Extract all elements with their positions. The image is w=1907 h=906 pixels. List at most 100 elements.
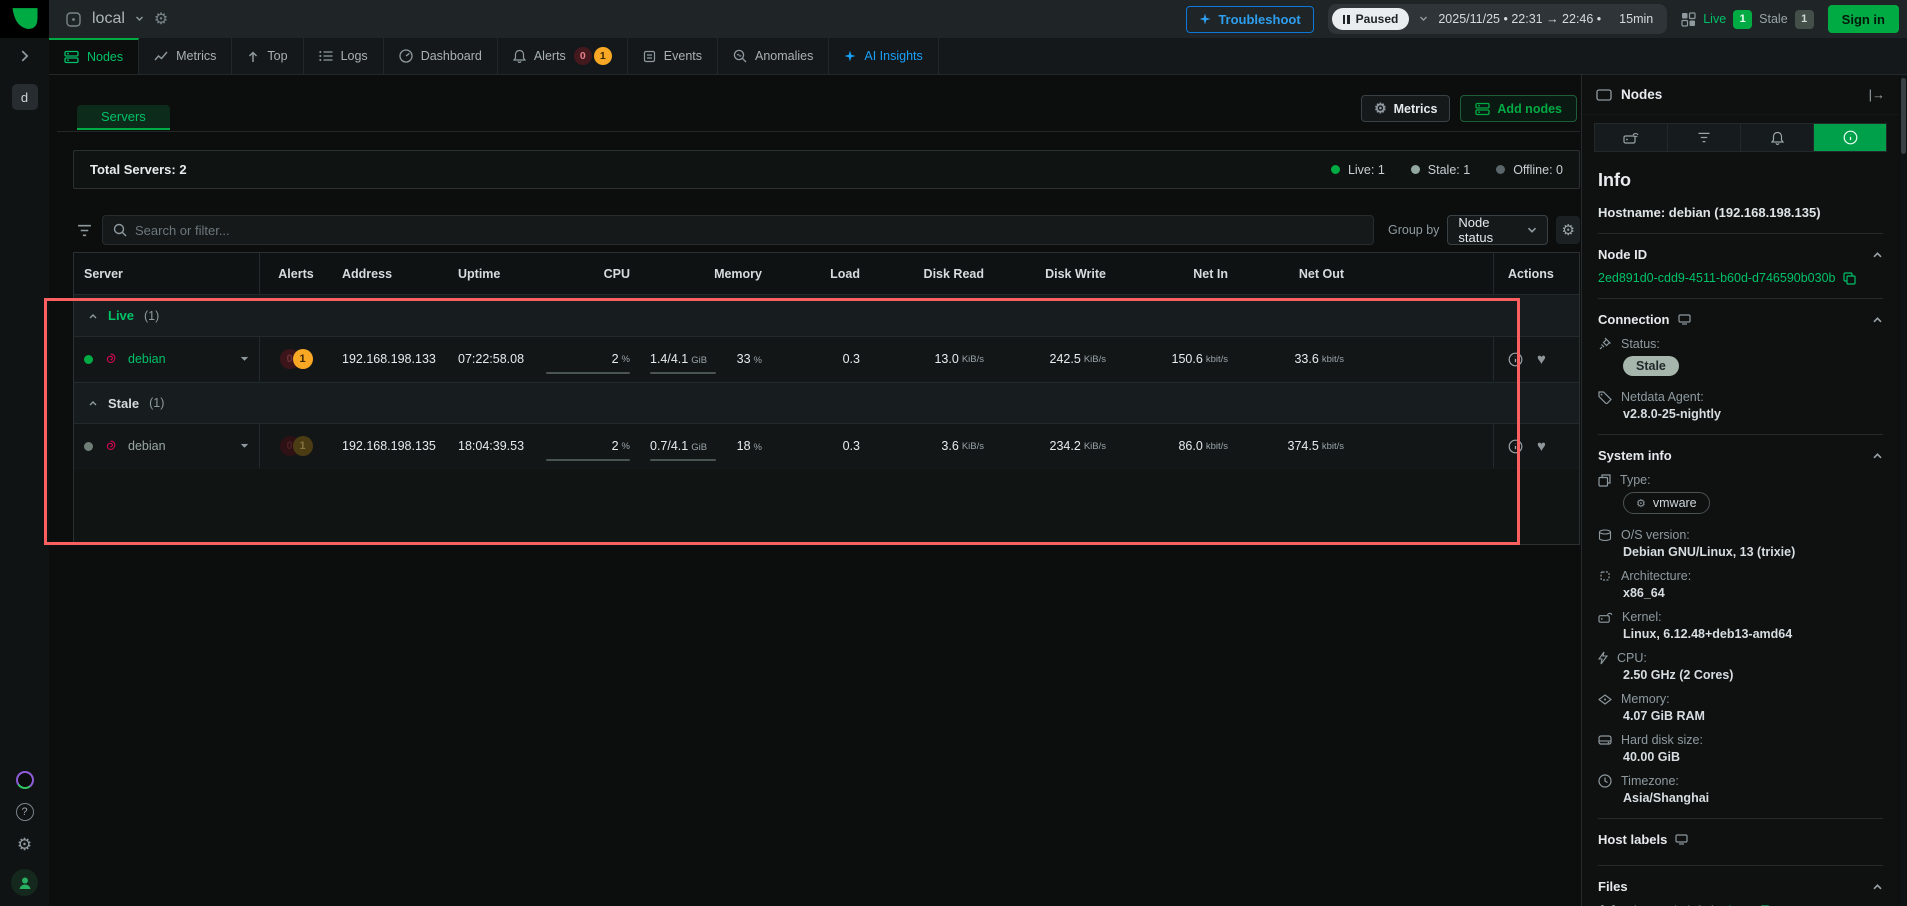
col-memory[interactable]: Memory xyxy=(640,253,772,294)
servers-tab[interactable]: Servers xyxy=(77,105,170,130)
metrics-icon xyxy=(154,50,168,62)
table-empty-area xyxy=(74,469,1579,544)
host-labels-section-header[interactable]: Host labels xyxy=(1598,832,1883,847)
settings-gear-icon[interactable]: ⚙ xyxy=(17,835,32,855)
heart-icon[interactable]: ♥ xyxy=(1537,438,1546,455)
node-id-value[interactable]: 2ed891d0-cdd9-4511-b60d-d746590b030b xyxy=(1598,271,1883,285)
info-icon[interactable] xyxy=(1508,439,1523,454)
node-id-section-header[interactable]: Node ID xyxy=(1598,247,1883,262)
tab-alerts[interactable]: Alerts 0 1 xyxy=(498,38,628,74)
col-load[interactable]: Load xyxy=(772,253,870,294)
chevron-up-icon[interactable] xyxy=(1872,452,1883,459)
table-row-live-debian[interactable]: debian 0 1 192.168.198.133 07:22:58.08 2… xyxy=(74,337,1579,382)
troubleshoot-button[interactable]: Troubleshoot xyxy=(1186,5,1314,33)
total-servers-label: Total Servers: 2 xyxy=(90,162,187,177)
load-cell: 0.3 xyxy=(842,439,860,453)
tab-anomalies[interactable]: Anomalies xyxy=(718,38,830,74)
netdata-logo[interactable] xyxy=(0,0,49,38)
alerts-warning-badge: 1 xyxy=(593,47,612,65)
status-badge: Stale xyxy=(1623,356,1679,376)
group-header-stale[interactable]: Stale (1) xyxy=(74,382,1579,424)
chevron-down-icon[interactable] xyxy=(240,443,249,449)
chevron-down-icon[interactable] xyxy=(135,16,144,22)
net-out-cell: 374.5 kbit/s xyxy=(1287,439,1344,453)
sign-in-button[interactable]: Sign in xyxy=(1827,5,1899,33)
pause-button[interactable]: Paused xyxy=(1331,8,1410,30)
alerts-cell[interactable]: 0 1 xyxy=(260,337,332,381)
col-net-out[interactable]: Net Out xyxy=(1238,253,1354,294)
filter-icon[interactable] xyxy=(77,224,92,237)
chevron-up-icon[interactable] xyxy=(1872,316,1883,323)
col-cpu[interactable]: CPU xyxy=(534,253,640,294)
col-disk-write[interactable]: Disk Write xyxy=(994,253,1116,294)
chevron-up-icon[interactable] xyxy=(1872,251,1883,258)
load-cell: 0.3 xyxy=(842,352,860,366)
expand-rail-chevron-icon[interactable] xyxy=(21,50,29,62)
node-name[interactable]: debian xyxy=(128,352,166,366)
chevron-down-icon[interactable] xyxy=(1419,16,1428,22)
logs-icon xyxy=(318,50,333,62)
tab-metrics[interactable]: Metrics xyxy=(139,38,233,74)
sparkle-icon xyxy=(844,50,856,62)
scrollbar[interactable] xyxy=(1900,75,1907,906)
tab-label: Dashboard xyxy=(420,49,482,63)
nodes-icon xyxy=(1475,102,1491,116)
workspace-badge[interactable]: d xyxy=(11,84,38,110)
tab-label: Alerts xyxy=(533,49,566,63)
panel-tab-alerts[interactable] xyxy=(1741,124,1814,151)
table-settings-gear-icon[interactable]: ⚙ xyxy=(1556,216,1580,244)
col-address[interactable]: Address xyxy=(332,253,448,294)
files-section-header[interactable]: Files xyxy=(1598,879,1883,894)
left-rail: d ? ⚙ xyxy=(0,38,49,906)
chevron-up-icon[interactable] xyxy=(1872,883,1883,890)
tab-nodes[interactable]: Nodes xyxy=(49,38,140,74)
alerts-cell[interactable]: 0 1 xyxy=(260,424,332,468)
space-name[interactable]: local xyxy=(92,10,125,28)
chevron-down-icon[interactable] xyxy=(240,356,249,362)
help-icon[interactable]: ? xyxy=(15,803,34,821)
panel-tab-info[interactable] xyxy=(1814,124,1886,151)
spaces-icon[interactable] xyxy=(15,771,34,789)
uptime-cell: 18:04:39.53 xyxy=(458,439,525,453)
copy-icon[interactable] xyxy=(1843,271,1857,285)
col-server[interactable]: Server xyxy=(74,253,260,294)
panel-tab-filters[interactable] xyxy=(1668,124,1741,151)
memory-cell: 0.7/4.1 GiB 18 % xyxy=(640,424,772,468)
node-name[interactable]: debian xyxy=(128,439,166,453)
heart-icon[interactable]: ♥ xyxy=(1537,351,1546,368)
col-disk-read[interactable]: Disk Read xyxy=(870,253,994,294)
tab-top[interactable]: Top xyxy=(232,38,304,74)
metrics-button[interactable]: ⚙ Metrics xyxy=(1361,95,1451,122)
system-info-section-header[interactable]: System info xyxy=(1598,448,1883,463)
tab-events[interactable]: Events xyxy=(628,38,719,74)
col-uptime[interactable]: Uptime xyxy=(448,253,534,294)
main-content: Servers ⚙ Metrics Add nodes Total Server… xyxy=(49,75,1581,906)
node-counts-indicator[interactable]: Live 1 Stale 1 xyxy=(1681,9,1814,29)
nodes-table: Server Alerts Address Uptime CPU Memory … xyxy=(73,252,1580,545)
info-icon[interactable] xyxy=(1508,352,1523,367)
cpu-value: 2.50 GHz (2 Cores) xyxy=(1623,668,1734,682)
tab-logs[interactable]: Logs xyxy=(304,38,384,74)
col-net-in[interactable]: Net In xyxy=(1116,253,1238,294)
group-header-live[interactable]: Live (1) xyxy=(74,295,1579,337)
scrollbar-thumb[interactable] xyxy=(1901,78,1906,154)
search-input[interactable] xyxy=(135,222,1363,238)
space-settings-gear-icon[interactable]: ⚙ xyxy=(154,9,168,29)
table-row-stale-debian[interactable]: debian 0 1 192.168.198.135 18:04:39.53 2… xyxy=(74,424,1579,469)
connection-section-header[interactable]: Connection xyxy=(1598,312,1883,327)
clock-icon xyxy=(1598,774,1612,788)
date-range[interactable]: 2025/11/25 • 22:31 → 22:46 • xyxy=(1438,12,1601,26)
user-avatar[interactable] xyxy=(11,869,38,896)
tab-dashboard[interactable]: Dashboard xyxy=(384,38,498,74)
group-by-dropdown[interactable]: Node status xyxy=(1447,215,1549,245)
node-info-panel: Nodes |→ Info Hostname: debian (192.168.… xyxy=(1581,75,1899,906)
search-box xyxy=(102,215,1374,245)
tab-ai-insights[interactable]: AI Insights xyxy=(829,38,939,74)
panel-tab-metrics[interactable] xyxy=(1595,124,1668,151)
memory-unit: GiB xyxy=(691,442,708,453)
uptime-cell: 07:22:58.08 xyxy=(458,352,525,366)
col-alerts[interactable]: Alerts xyxy=(260,253,332,294)
add-nodes-button[interactable]: Add nodes xyxy=(1460,95,1577,122)
collapse-panel-icon[interactable]: |→ xyxy=(1869,87,1885,102)
timezone-value: Asia/Shanghai xyxy=(1623,791,1710,805)
